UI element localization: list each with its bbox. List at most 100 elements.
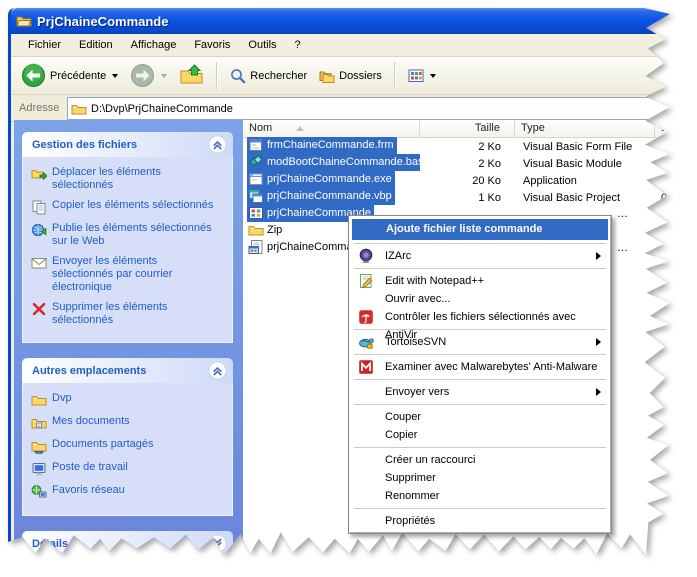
forward-icon (130, 63, 155, 88)
context-menu-item[interactable]: Renommer (351, 487, 609, 505)
antivir-icon (358, 309, 374, 325)
up-folder-icon (179, 63, 204, 88)
panel-header[interactable]: Autres emplacements (22, 358, 233, 383)
notepadpp-icon (358, 273, 374, 289)
back-label: Précédente (50, 70, 106, 82)
sidebar-item[interactable]: Publie les éléments sélectionnés sur le … (31, 222, 228, 248)
delete-icon (31, 301, 47, 317)
chevron-up-icon[interactable] (208, 135, 227, 154)
context-menu-item[interactable]: Supprimer (351, 469, 609, 487)
menu-separator (354, 404, 606, 405)
context-menu-item[interactable]: Envoyer vers (351, 383, 609, 401)
sidebar-item-label: Supprimer les éléments sélectionnés (52, 301, 220, 327)
titlebar[interactable]: PrjChaineCommande (11, 8, 677, 34)
folders-button[interactable]: Dossiers (315, 66, 386, 86)
file-type: Application (515, 175, 655, 187)
sidebar-item-label: Dvp (52, 392, 72, 408)
panel-title: Gestion des fichiers (32, 139, 137, 151)
sidebar-item[interactable]: Copier les éléments sélectionnés (31, 199, 228, 215)
context-menu-item[interactable]: Ajoute fichier liste commande (352, 219, 608, 240)
vb-form-icon (248, 137, 264, 153)
sidebar-item[interactable]: Envoyer les éléments sélectionnés par co… (31, 255, 228, 294)
sidebar-item[interactable]: Supprimer les éléments sélectionnés (31, 301, 228, 327)
forward-caret-icon (161, 74, 167, 78)
menu-item-label: Propriétés (385, 515, 435, 527)
tortoisesvn-icon (358, 334, 374, 350)
sidebar-item[interactable]: Poste de travail (31, 461, 228, 477)
forward-button[interactable] (126, 61, 171, 90)
context-menu-item[interactable]: IZArc (351, 247, 609, 265)
menu-outils[interactable]: Outils (239, 36, 285, 54)
context-menu-item[interactable]: TortoiseSVN (351, 333, 609, 351)
panel-header[interactable]: Gestion des fichiers (22, 132, 233, 157)
sidebar-item[interactable]: Déplacer les éléments sélectionnés (31, 166, 228, 192)
back-button[interactable]: Précédente (17, 61, 122, 90)
computer-icon (31, 461, 47, 477)
column-header-date[interactable]: Date de (655, 120, 677, 137)
panel-body: Déplacer les éléments sélectionnés Copier… (22, 157, 233, 343)
sidebar-item[interactable]: Dvp (31, 392, 228, 408)
menu-item-label: Ouvrir avec... (385, 293, 450, 305)
file-row[interactable]: frmChaineCommande.frm2 KoVisual Basic Fo… (243, 138, 677, 155)
menu-separator (354, 354, 606, 355)
context-menu-item[interactable]: Créer un raccourci (351, 451, 609, 469)
context-menu-item[interactable]: Contrôler les fichiers sélectionnés avec… (351, 308, 609, 326)
context-menu-item[interactable]: Edit with Notepad++ (351, 272, 609, 290)
task-pane-sidebar: Gestion des fichiers Déplacer les élément… (14, 120, 243, 558)
context-menu-item[interactable]: Couper (351, 408, 609, 426)
sidebar-panel: Gestion des fichiers Déplacer les élément… (22, 132, 233, 343)
toolbar: Précédente Rechercher Dossiers (11, 57, 677, 95)
toolbar-separator (216, 62, 218, 90)
menubar: Fichier Edition Affichage Favoris Outils… (11, 34, 677, 57)
folder-open-icon[interactable] (16, 13, 32, 29)
screenshot-page: PrjChaineCommande Fichier Edition Affich… (0, 0, 697, 577)
sidebar-item[interactable]: Favoris réseau (31, 484, 228, 500)
folder-icon (248, 222, 264, 238)
context-menu-item[interactable]: Ouvrir avec... (351, 290, 609, 308)
file-type: Visual Basic Project (515, 192, 655, 204)
column-header-taille[interactable]: Taille (420, 120, 515, 137)
column-header-nom[interactable]: Nom (243, 120, 420, 137)
back-icon (21, 63, 46, 88)
icon-file-icon (248, 205, 264, 221)
search-button[interactable]: Rechercher (226, 66, 311, 86)
menu-favoris[interactable]: Favoris (185, 36, 239, 54)
context-menu-item[interactable]: Propriétés (351, 512, 609, 530)
sort-asc-icon (296, 126, 304, 131)
up-button[interactable] (175, 61, 208, 90)
menu-item-label: Supprimer (385, 472, 436, 484)
file-name: frmChaineCommande.frm (267, 139, 394, 151)
file-name: prjChaineComman (267, 241, 359, 253)
chevron-up-icon[interactable] (208, 361, 227, 380)
column-header-type[interactable]: Type (515, 120, 655, 137)
submenu-arrow-icon (596, 388, 601, 396)
sidebar-item-label: Copier les éléments sélectionnés (52, 199, 213, 215)
context-menu-item[interactable]: Copier (351, 426, 609, 444)
address-input[interactable]: D:\Dvp\PrjChaineCommande (67, 97, 677, 120)
folders-icon (319, 68, 335, 84)
menu-fichier[interactable]: Fichier (19, 36, 70, 54)
chevron-down-icon[interactable] (208, 534, 227, 553)
menu-item-label: Renommer (385, 490, 439, 502)
menu-separator (354, 508, 606, 509)
sidebar-item[interactable]: Documents partagés (31, 438, 228, 454)
context-menu-item[interactable]: Examiner avec Malwarebytes' Anti-Malware (351, 358, 609, 376)
sidebar-item[interactable]: Mes documents (31, 415, 228, 431)
file-row[interactable]: modBootChaineCommande.bas2 KoVisual Basi… (243, 155, 677, 172)
vb-project-icon (248, 188, 264, 204)
file-row[interactable]: prjChaineCommande.vbp1 KoVisual Basic Pr… (243, 189, 677, 206)
menu-affichage[interactable]: Affichage (122, 36, 186, 54)
sidebar-item-label: Documents partagés (52, 438, 154, 454)
submenu-arrow-icon (596, 252, 601, 260)
views-button[interactable] (404, 66, 440, 86)
context-menu: Ajoute fichier liste commande IZArc Edit w… (348, 215, 612, 534)
back-caret-icon[interactable] (112, 74, 118, 78)
menu-help[interactable]: ? (286, 36, 310, 54)
file-row[interactable]: prjChaineCommande.exe20 KoApplication05/… (243, 172, 677, 189)
publish-web-icon (31, 222, 47, 238)
panel-header[interactable]: Détails (22, 531, 233, 556)
menu-edition[interactable]: Edition (70, 36, 122, 54)
application-icon (248, 171, 264, 187)
submenu-arrow-icon (596, 338, 601, 346)
menu-item-label: Examiner avec Malwarebytes' Anti-Malware (385, 361, 597, 373)
